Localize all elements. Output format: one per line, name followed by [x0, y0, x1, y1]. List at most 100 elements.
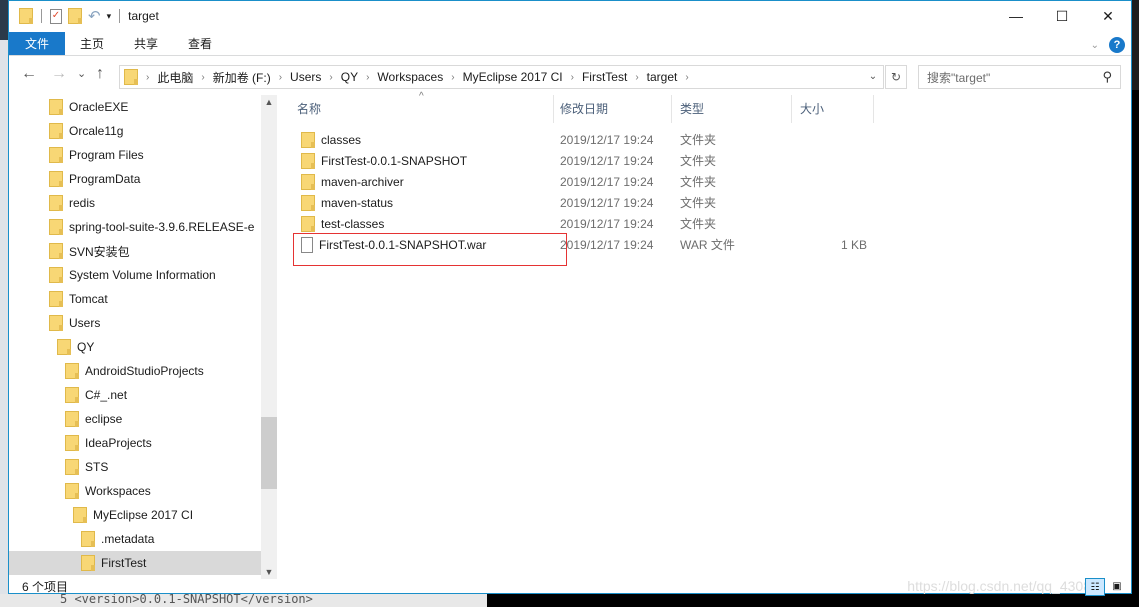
breadcrumb-item[interactable]: MyEclipse 2017 CI [463, 70, 563, 84]
properties-icon[interactable]: ✓ [50, 8, 62, 24]
tree-item[interactable]: C#_.net [9, 383, 261, 407]
tree-item[interactable]: redis [9, 191, 261, 215]
breadcrumb-item[interactable]: FirstTest [582, 70, 627, 84]
breadcrumb-item[interactable]: 此电脑 [157, 69, 193, 86]
undo-icon[interactable]: ↶ [88, 7, 101, 25]
tree-item[interactable]: Orcale11g [9, 119, 261, 143]
folder-icon [65, 435, 79, 451]
tree-item[interactable]: STS [9, 455, 261, 479]
tab-home[interactable]: 主页 [65, 32, 119, 55]
navigation-pane-scrollbar[interactable]: ▲ ▼ [261, 95, 277, 579]
search-input[interactable]: 搜索"target" ⚲ [918, 65, 1121, 89]
new-folder-icon[interactable] [68, 8, 82, 24]
tree-item[interactable]: spring-tool-suite-3.9.6.RELEASE-e [9, 215, 261, 239]
folder-icon [49, 267, 63, 283]
tree-item[interactable]: Users [9, 311, 261, 335]
recent-locations-button[interactable]: ⌄ [77, 67, 86, 80]
details-view-icon[interactable]: ☷ [1085, 578, 1105, 596]
tab-share[interactable]: 共享 [119, 32, 173, 55]
tree-item[interactable]: SVN安装包 [9, 239, 261, 263]
back-button[interactable]: ← [21, 65, 37, 83]
separator [119, 9, 121, 23]
tree-item-label: QY [77, 340, 95, 354]
tree-item-label: SVN安装包 [69, 244, 130, 259]
chevron-right-icon[interactable]: › [685, 72, 688, 83]
forward-button[interactable]: → [51, 65, 67, 83]
chevron-right-icon[interactable]: › [279, 72, 282, 83]
folder-icon [301, 131, 315, 148]
folder-icon [124, 69, 138, 85]
chevron-right-icon[interactable]: › [451, 72, 454, 83]
scroll-down-icon[interactable]: ▼ [261, 567, 277, 577]
column-header-date[interactable]: 修改日期 [552, 95, 672, 123]
chevron-right-icon[interactable]: › [329, 72, 332, 83]
tree-item[interactable]: Tomcat [9, 287, 261, 311]
scrollbar-thumb[interactable] [261, 417, 277, 489]
search-icon[interactable]: ⚲ [1102, 69, 1112, 85]
tree-item[interactable]: .metadata [9, 527, 261, 551]
folder-icon [301, 215, 315, 232]
tree-item[interactable]: ProgramData [9, 167, 261, 191]
up-button[interactable]: ↑ [96, 65, 104, 83]
chevron-right-icon[interactable]: › [635, 72, 638, 83]
tree-item[interactable]: MyEclipse 2017 CI [9, 503, 261, 527]
tree-item[interactable]: OracleEXE [9, 95, 261, 119]
tree-item-label: AndroidStudioProjects [85, 364, 204, 378]
address-dropdown-icon[interactable]: ⌄ [863, 66, 883, 88]
folder-icon [19, 8, 33, 24]
breadcrumb-item[interactable]: target [647, 70, 678, 84]
file-type: 文件夹 [680, 196, 717, 210]
file-row[interactable]: FirstTest-0.0.1-SNAPSHOT 2019/12/17 19:24… [289, 150, 889, 171]
refresh-button[interactable]: ↻ [885, 65, 907, 89]
customize-toolbar-icon[interactable]: ▾ [107, 11, 112, 22]
expand-ribbon-icon[interactable]: ⌄ [1091, 40, 1099, 51]
help-icon[interactable]: ? [1109, 37, 1125, 53]
background-console [487, 594, 1139, 607]
file-row[interactable]: test-classes 2019/12/17 19:24 文件夹 [289, 213, 889, 234]
file-row[interactable]: maven-status 2019/12/17 19:24 文件夹 [289, 192, 889, 213]
tree-item[interactable]: IdeaProjects [9, 431, 261, 455]
column-header-name[interactable]: 名称 [289, 95, 554, 123]
tree-item[interactable]: eclipse [9, 407, 261, 431]
tree-item[interactable]: QY [9, 335, 261, 359]
file-name-cell: maven-status [301, 194, 393, 211]
file-name-cell: test-classes [301, 215, 385, 232]
column-header-size[interactable]: 大小 [792, 95, 874, 123]
breadcrumb-item[interactable]: QY [341, 70, 358, 84]
large-icons-view-icon[interactable]: ▣ [1107, 578, 1127, 596]
file-row[interactable]: classes 2019/12/17 19:24 文件夹 [289, 129, 889, 150]
tree-item[interactable]: FirstTest [9, 551, 261, 575]
folder-icon [49, 219, 63, 235]
breadcrumb-item[interactable]: Users [290, 70, 321, 84]
file-date: 2019/12/17 19:24 [560, 195, 654, 210]
file-name: test-classes [321, 216, 385, 231]
tree-item-label: Program Files [69, 148, 144, 162]
column-header-type[interactable]: 类型 [672, 95, 792, 123]
folder-icon [65, 411, 79, 427]
tab-file[interactable]: 文件 [9, 32, 65, 55]
folder-icon [49, 147, 63, 163]
background-window-edge [0, 0, 8, 40]
tree-item[interactable]: System Volume Information [9, 263, 261, 287]
chevron-right-icon[interactable]: › [571, 72, 574, 83]
chevron-right-icon[interactable]: › [201, 72, 204, 83]
file-type: 文件夹 [680, 175, 717, 189]
tree-item-label: Workspaces [85, 484, 151, 498]
breadcrumb-item[interactable]: Workspaces [377, 70, 443, 84]
minimize-button[interactable]: — [993, 1, 1039, 31]
file-type: 文件夹 [680, 154, 717, 168]
tree-item[interactable]: AndroidStudioProjects [9, 359, 261, 383]
address-bar[interactable]: › 此电脑 › 新加卷 (F:) › Users › QY › Workspac… [119, 65, 884, 89]
file-row[interactable]: maven-archiver 2019/12/17 19:24 文件夹 [289, 171, 889, 192]
close-button[interactable]: ✕ [1085, 1, 1131, 31]
tree-item[interactable]: Workspaces [9, 479, 261, 503]
folder-icon [49, 195, 63, 211]
tree-item[interactable]: Program Files [9, 143, 261, 167]
scroll-up-icon[interactable]: ▲ [261, 97, 277, 107]
maximize-button[interactable]: ☐ [1039, 1, 1085, 31]
navigation-pane: OracleEXE Orcale11g Program Files ProgramDa… [9, 95, 261, 579]
breadcrumb-item[interactable]: 新加卷 (F:) [213, 69, 271, 86]
view-switcher: ☷ ▣ [1085, 578, 1127, 596]
tab-view[interactable]: 查看 [173, 32, 227, 55]
chevron-right-icon[interactable]: › [366, 72, 369, 83]
